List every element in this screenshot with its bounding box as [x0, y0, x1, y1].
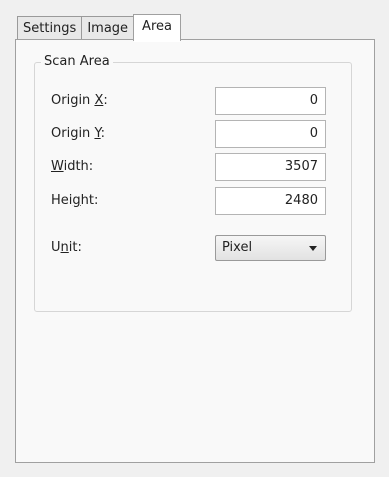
- unit-selected-value: Pixel: [222, 240, 253, 255]
- scan-area-title: Scan Area: [41, 53, 113, 71]
- origin-y-row: Origin Y: 0: [35, 120, 351, 148]
- height-label: Height:: [51, 193, 99, 208]
- scan-area-group: Scan Area Origin X: 0 Origin Y: 0 Width:…: [34, 53, 352, 312]
- width-row: Width: 3507: [35, 153, 351, 181]
- unit-select[interactable]: Pixel: [215, 235, 326, 261]
- height-field[interactable]: 2480: [215, 187, 326, 215]
- origin-x-field[interactable]: 0: [215, 87, 326, 115]
- area-tab-panel: Scan Area Origin X: 0 Origin Y: 0 Width:…: [15, 39, 375, 463]
- width-label: Width:: [51, 159, 94, 174]
- height-row: Height: 2480: [35, 187, 351, 215]
- chevron-down-icon: [309, 246, 317, 251]
- tab-strip: Settings Image Area: [17, 14, 181, 42]
- unit-label: Unit:: [51, 240, 82, 255]
- origin-y-label: Origin Y:: [51, 126, 106, 141]
- origin-x-row: Origin X: 0: [35, 87, 351, 115]
- origin-y-field[interactable]: 0: [215, 120, 326, 148]
- width-field[interactable]: 3507: [215, 153, 326, 181]
- tab-image[interactable]: Image: [81, 16, 135, 40]
- origin-x-label: Origin X:: [51, 93, 108, 108]
- tab-settings[interactable]: Settings: [17, 16, 83, 40]
- unit-row: Unit: Pixel: [35, 235, 351, 263]
- tab-area[interactable]: Area: [133, 14, 181, 42]
